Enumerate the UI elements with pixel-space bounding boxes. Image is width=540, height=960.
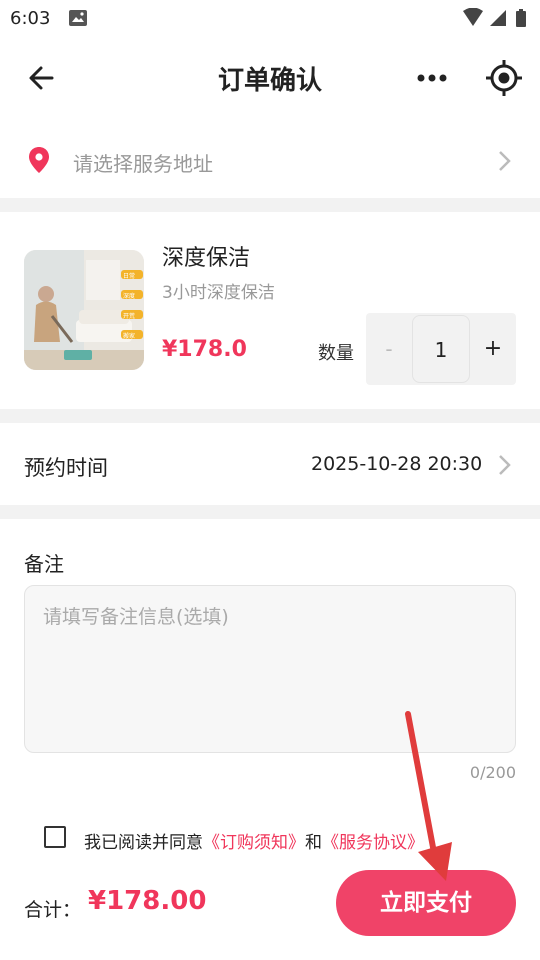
service-agreement-link[interactable]: 《服务协议》: [322, 833, 424, 853]
agreement-text: 我已阅读并同意《订购须知》和《服务协议》: [84, 828, 424, 853]
booking-time-label: 预约时间: [24, 456, 108, 480]
target-icon: [486, 60, 522, 96]
pay-now-button[interactable]: 立即支付: [336, 870, 516, 936]
quantity-stepper: - 1 +: [366, 313, 516, 385]
quantity-value[interactable]: 1: [412, 315, 470, 383]
product-subtitle: 3小时深度保洁: [162, 283, 275, 303]
image-notification-icon: [69, 10, 87, 30]
battery-icon: [516, 9, 526, 27]
product-thumbnail: 日常 深度 开荒 搬家: [24, 250, 144, 370]
character-count: 0/200: [469, 763, 516, 782]
purchase-notice-link[interactable]: 《订购须知》: [203, 833, 305, 853]
thumb-tag: 开荒: [123, 313, 136, 320]
page-title: 订单确认: [217, 66, 322, 96]
product-name: 深度保洁: [162, 246, 251, 271]
location-pin-icon: [28, 146, 50, 178]
agreement-checkbox[interactable]: [44, 826, 66, 848]
increment-button[interactable]: +: [470, 313, 516, 385]
remarks-input[interactable]: [24, 585, 516, 753]
total-amount: ¥178.00: [88, 886, 207, 916]
status-icons: [462, 7, 534, 32]
thumb-tag: 搬家: [123, 333, 136, 340]
status-time: 6:03: [10, 8, 51, 29]
remarks-label: 备注: [24, 552, 64, 576]
quantity-label: 数量: [318, 343, 354, 364]
booking-time-value: 2025-10-28 20:30: [311, 453, 483, 475]
address-placeholder: 请选择服务地址: [73, 152, 213, 176]
total-label: 合计：: [24, 899, 82, 921]
product-card: 日常 深度 开荒 搬家 深度保洁 3小时深度保洁 ¥178.0 数量 - 1 +: [0, 212, 540, 409]
thumb-tag: 日常: [123, 273, 136, 280]
status-bar: 6:03: [0, 0, 540, 36]
more-button[interactable]: [410, 62, 454, 94]
chevron-right-icon: [497, 454, 511, 476]
agreement-prefix: 我已阅读并同意: [84, 833, 203, 853]
booking-time-row[interactable]: 预约时间 2025-10-28 20:30: [0, 423, 540, 505]
remarks-section: 备注 0/200 我已阅读并同意《订购须知》和《服务协议》 合计： ¥178.0…: [0, 519, 540, 960]
product-price: ¥178.0: [162, 337, 247, 362]
chevron-right-icon: [497, 150, 511, 172]
address-selector[interactable]: 请选择服务地址: [0, 124, 540, 198]
agreement-conjunction: 和: [305, 833, 322, 853]
wifi-icon: [463, 7, 483, 26]
more-dots-icon: [417, 74, 447, 82]
locate-button[interactable]: [484, 58, 524, 98]
header-bar: 订单确认: [0, 36, 540, 124]
decrement-button[interactable]: -: [366, 313, 412, 385]
thumb-tag: 深度: [123, 293, 136, 300]
signal-icon: [490, 10, 506, 26]
